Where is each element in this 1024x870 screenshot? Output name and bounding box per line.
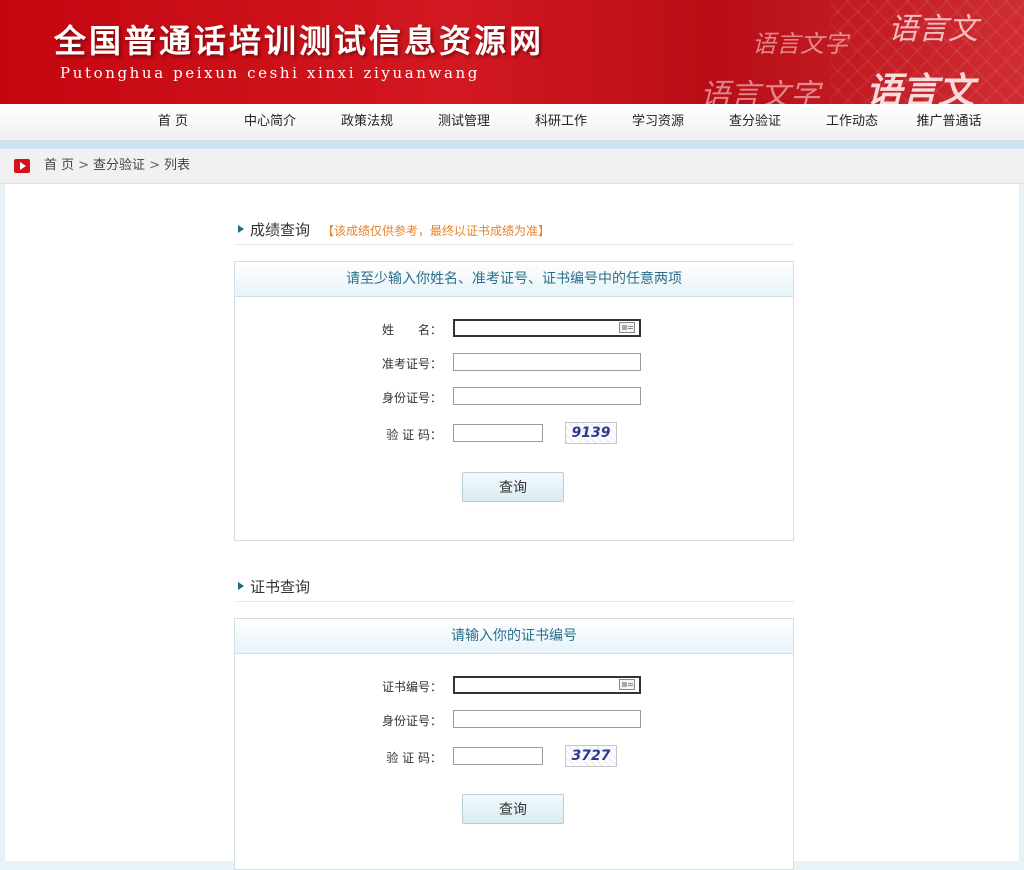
- site-title: 全国普通话培训测试信息资源网: [54, 22, 545, 60]
- captcha-input[interactable]: [453, 747, 543, 765]
- id-card-label: 身份证号：: [381, 391, 442, 405]
- header-banner: 语言文字 语言文 语言文字 语言文 全国普通话培训测试信息资源网 Putongh…: [0, 0, 1024, 104]
- exam-id-label: 准考证号：: [381, 357, 442, 371]
- nav-item-learning[interactable]: 学习资源: [632, 104, 684, 140]
- breadcrumb-bar: 首 页 > 查分验证 > 列表: [0, 149, 1024, 184]
- id-card-input[interactable]: [453, 387, 641, 405]
- nav-divider-strip: [0, 141, 1024, 149]
- nav-item-home[interactable]: 首 页: [158, 104, 188, 140]
- banner-calligraphy: 语言文字: [700, 78, 820, 104]
- breadcrumb-current: 列表: [163, 158, 190, 173]
- captcha-image[interactable]: 9139: [565, 422, 617, 444]
- exam-id-input[interactable]: [453, 353, 641, 371]
- score-query-heading: 成绩查询 【该成绩仅供参考，最终以证书成绩为准】: [236, 216, 794, 245]
- section-note: 【该成绩仅供参考，最终以证书成绩为准】: [322, 224, 551, 238]
- section-title: 成绩查询: [250, 221, 311, 239]
- breadcrumb: 首 页 > 查分验证 > 列表: [44, 149, 190, 183]
- cert-no-label: 证书编号：: [381, 680, 442, 694]
- id-card-icon[interactable]: [619, 679, 635, 690]
- nav-item-test-management[interactable]: 测试管理: [438, 104, 490, 140]
- cert-query-heading: 证书查询: [236, 573, 794, 602]
- breadcrumb-home[interactable]: 首 页: [44, 158, 74, 173]
- captcha-label: 验 证 码：: [386, 428, 442, 442]
- site-subtitle: Putonghua peixun ceshi xinxi ziyuanwang: [60, 64, 480, 82]
- triangle-right-icon: [238, 582, 244, 590]
- name-input[interactable]: [453, 319, 641, 337]
- captcha-label: 验 证 码：: [386, 751, 442, 765]
- id-card-input[interactable]: [453, 710, 641, 728]
- id-card-icon[interactable]: [619, 322, 635, 333]
- main-nav: 首 页 中心简介 政策法规 测试管理 科研工作 学习资源 查分验证 工作动态 推…: [0, 104, 1024, 141]
- banner-calligraphy: 语言文: [888, 12, 978, 47]
- name-label: 姓 名：: [381, 323, 442, 337]
- nav-item-promote[interactable]: 推广普通话: [916, 104, 981, 140]
- nav-item-score-verify[interactable]: 查分验证: [729, 104, 781, 140]
- panel-title: 请至少输入你姓名、准考证号、证书编号中的任意两项: [235, 262, 793, 297]
- cert-query-panel: 请输入你的证书编号: [234, 618, 794, 870]
- captcha-image[interactable]: 3727: [565, 745, 617, 767]
- triangle-right-icon: [238, 225, 244, 233]
- id-card-label: 身份证号：: [381, 714, 442, 728]
- nav-item-research[interactable]: 科研工作: [535, 104, 587, 140]
- nav-item-news[interactable]: 工作动态: [826, 104, 878, 140]
- cert-query-button[interactable]: 查询: [462, 794, 564, 824]
- cert-no-input[interactable]: [453, 676, 641, 694]
- score-query-button[interactable]: 查询: [462, 472, 564, 502]
- nav-item-policy[interactable]: 政策法规: [341, 104, 393, 140]
- banner-calligraphy: 语言文: [866, 70, 975, 104]
- banner-calligraphy: 语言文字: [752, 30, 848, 58]
- breadcrumb-separator: >: [78, 158, 90, 173]
- nav-item-about[interactable]: 中心简介: [244, 104, 296, 140]
- breadcrumb-score-verify[interactable]: 查分验证: [93, 158, 145, 173]
- play-icon: [14, 159, 30, 173]
- captcha-input[interactable]: [453, 424, 543, 442]
- breadcrumb-separator: >: [149, 158, 160, 173]
- panel-title: 请输入你的证书编号: [235, 619, 793, 654]
- section-title: 证书查询: [250, 578, 311, 596]
